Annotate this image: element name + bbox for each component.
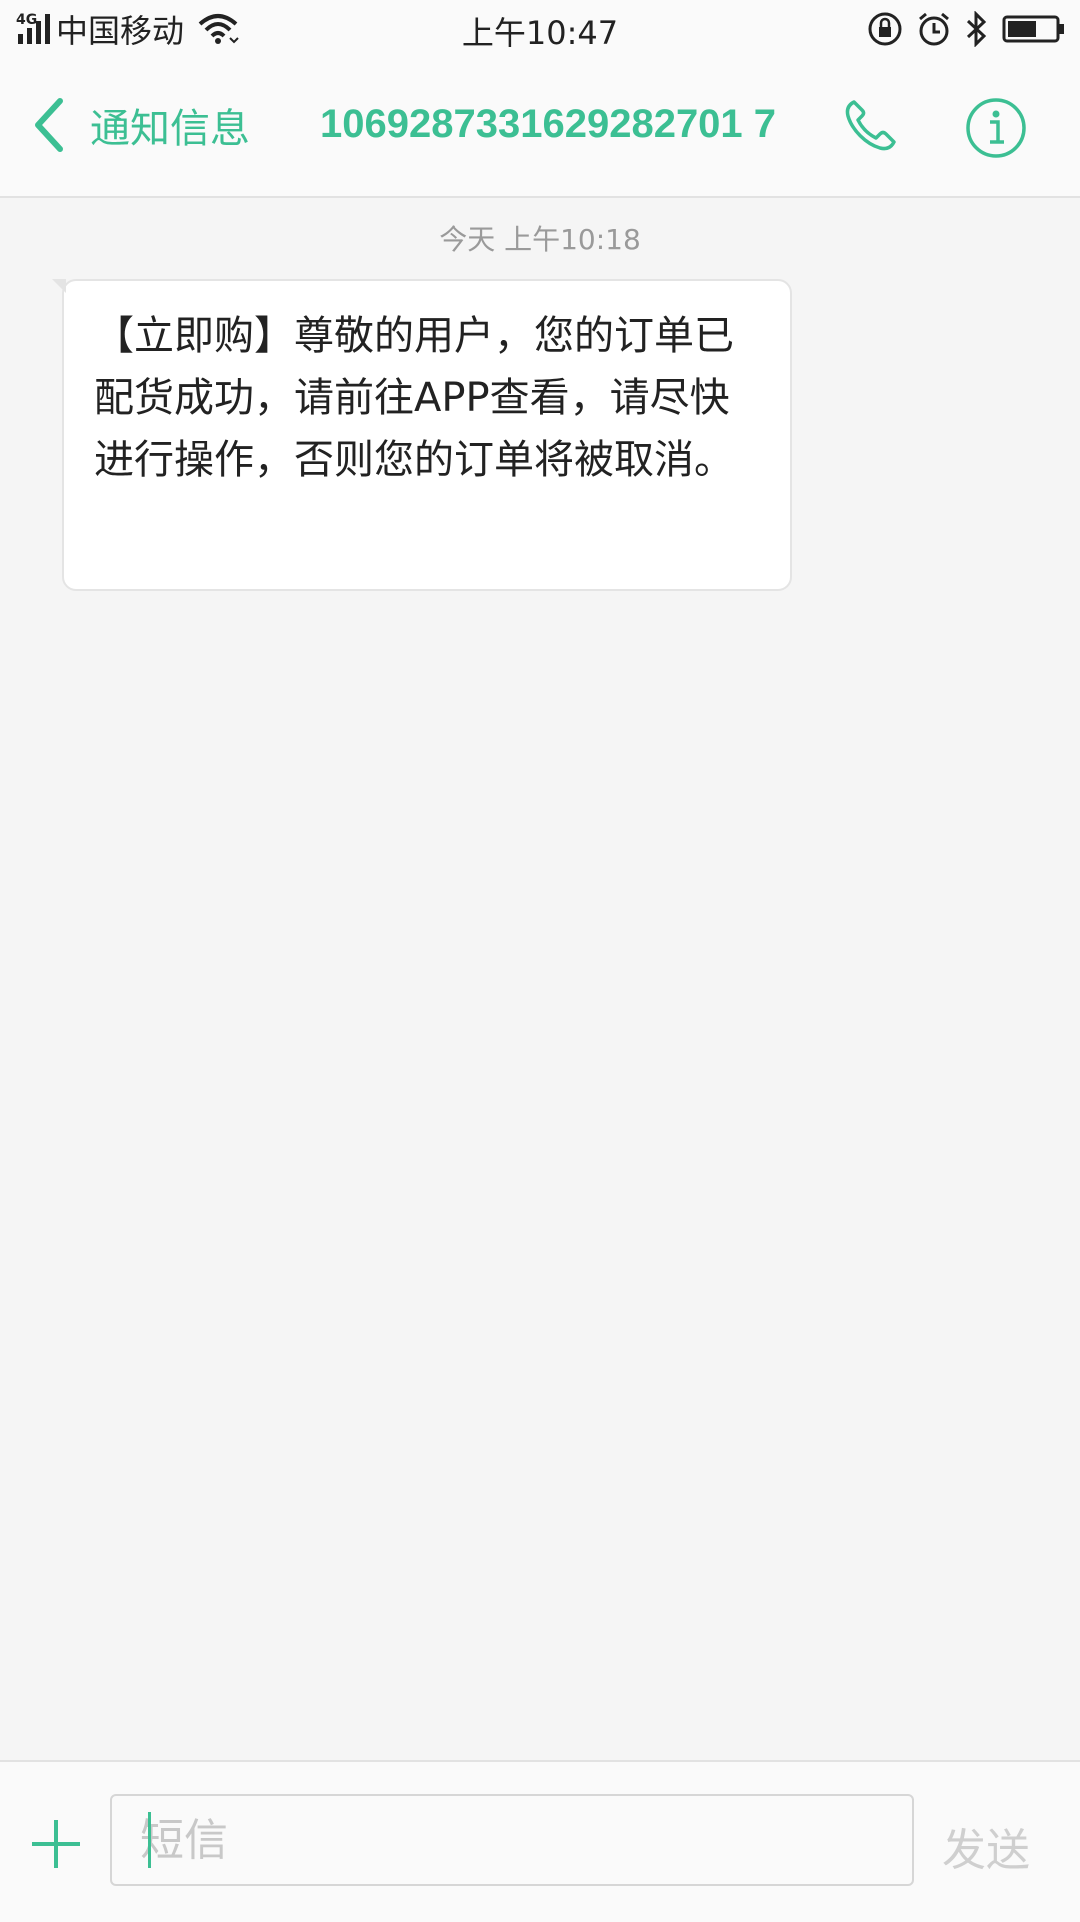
text-cursor <box>148 1812 151 1868</box>
phone-icon[interactable] <box>840 96 900 156</box>
bluetooth-icon <box>966 11 987 47</box>
status-right <box>866 10 1066 48</box>
sender-number: 1069287331629282701 7 <box>320 102 777 146</box>
back-chevron-icon <box>35 98 63 152</box>
battery-icon <box>1002 15 1064 43</box>
message-input[interactable] <box>110 1794 914 1886</box>
message-text: 【立即购】尊敬的用户，您的订单已配货成功，请前往APP查看，请尽快进行操作，否则… <box>94 313 734 483</box>
conversation-header: 通知信息 1069287331629282701 7 <box>0 60 1080 198</box>
message-bubble[interactable]: 【立即购】尊敬的用户，您的订单已配货成功，请前往APP查看，请尽快进行操作，否则… <box>52 279 792 591</box>
rotation-lock-icon <box>868 12 902 46</box>
info-icon[interactable] <box>964 96 1028 160</box>
send-button[interactable]: 发送 <box>942 1814 1030 1878</box>
plus-icon[interactable] <box>28 1816 84 1872</box>
message-timestamp: 今天 上午10:18 <box>439 223 641 256</box>
back-label: 通知信息 <box>90 106 250 152</box>
alarm-icon <box>919 12 949 46</box>
status-bar: 4G 中国移动 上午10:47 <box>0 0 1080 60</box>
back-button[interactable]: 通知信息 <box>30 96 250 154</box>
composer-bar: 发送 <box>0 1760 1080 1922</box>
bubble-tail <box>52 279 66 293</box>
